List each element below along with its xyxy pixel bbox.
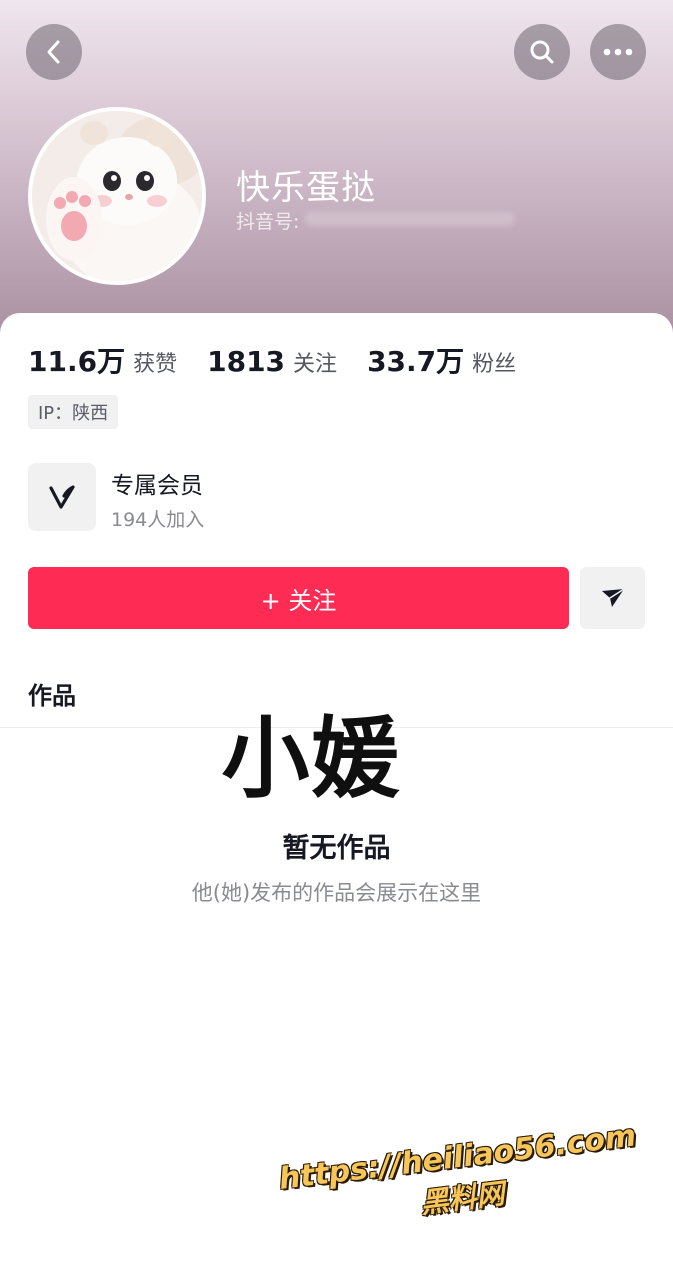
share-arrow-icon [601,588,624,607]
chevron-left-icon [47,40,60,64]
empty-state-subtitle: 他(她)发布的作品会展示在这里 [191,881,482,905]
share-button[interactable] [580,567,645,629]
stat-followers-value: 33.7万 [367,345,465,378]
membership-subtitle: 194人加入 [111,509,205,531]
empty-state-title: 暂无作品 [282,833,391,864]
douyin-id-label: 抖音号: [236,211,300,233]
search-button[interactable] [514,24,570,80]
search-icon [530,40,554,64]
stat-followers[interactable]: 33.7万 粉丝 [367,340,516,380]
ip-location-tag: IP：陕西 [28,395,119,429]
membership-icon-box[interactable] [28,463,96,531]
douyin-id-redacted [305,212,515,226]
stat-likes-label: 获赞 [133,352,178,377]
stat-following-label: 关注 [293,352,338,377]
overlay-caption-text: 小媛 [221,707,402,810]
profile-nickname: 快乐蛋挞 [236,168,376,208]
stat-following[interactable]: 1813 关注 [207,345,337,378]
membership-title[interactable]: 专属会员 [111,466,203,500]
avatar[interactable] [28,107,206,285]
more-button[interactable] [590,24,646,80]
stat-following-value: 1813 [207,345,286,378]
stat-likes-value: 11.6万 [28,345,126,378]
stat-followers-label: 粉丝 [472,352,517,377]
more-dots-icon [603,48,633,56]
v-logo-icon [49,485,75,509]
follow-button[interactable]: + 关注 [28,567,569,629]
profile-stats: 11.6万 获赞 1813 关注 33.7万 粉丝 [28,340,546,380]
kitten-avatar-image [32,111,202,281]
stat-likes[interactable]: 11.6万 获赞 [28,340,177,380]
back-button[interactable] [26,24,82,80]
